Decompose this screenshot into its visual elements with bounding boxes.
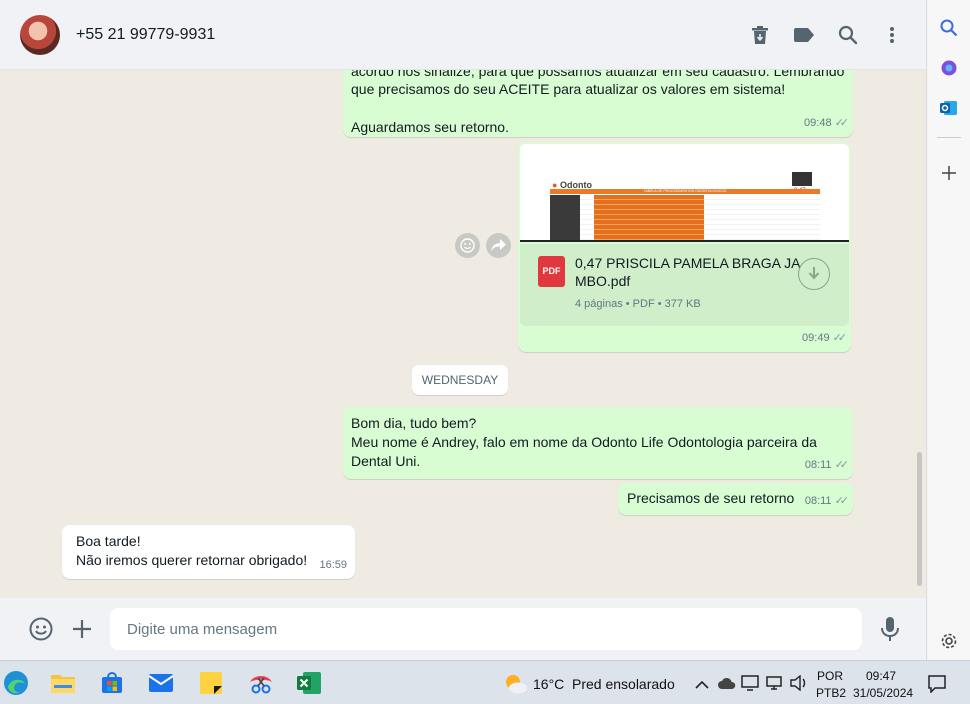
double-check-icon: ✓✓ [834,116,850,129]
display-icon[interactable] [741,675,759,691]
message-meta: 16:59 [319,556,347,576]
trash-icon[interactable] [749,24,771,46]
message-time: 08:11 [804,494,832,507]
network-icon[interactable] [766,675,784,691]
document-message[interactable]: ● Odonto 0,47 TABELA DE PROCEDIMENTOS OD… [518,142,851,352]
sidebar-divider [937,137,961,138]
preview-table-body [550,195,820,240]
attach-plus-icon[interactable] [72,619,92,639]
edge-browser-icon[interactable] [1,668,31,698]
outgoing-message[interactable]: acordo nos sinalize, para que possamos a… [343,70,853,137]
message-list[interactable]: acordo nos sinalize, para que possamos a… [0,70,926,598]
message-text: Precisamos de seu retorno [627,490,795,506]
chevron-up-icon[interactable] [695,677,709,689]
message-text-line: que precisamos do seu ACEITE para atuali… [351,81,786,97]
double-check-icon: ✓✓ [834,458,850,471]
outgoing-message[interactable]: Bom dia, tudo bem? Meu nome é Andrey, fa… [343,407,853,479]
copilot-icon[interactable] [938,57,960,79]
message-time: 08:11 [804,458,832,471]
contact-name[interactable]: +55 21 99779-9931 [76,26,215,44]
message-time: 09:48 [804,116,832,129]
volume-icon[interactable] [790,674,808,692]
message-text-line: Bom dia, tudo bem? [351,415,477,431]
outgoing-message[interactable]: Precisamos de seu retorno 08:11 ✓✓ [618,483,853,515]
file-type-label: PDF [542,265,561,276]
double-check-icon: ✓✓ [832,331,848,344]
day-separator: WEDNESDAY [412,365,508,395]
clock-time[interactable]: 09:47 [866,669,896,683]
menu-dots-icon[interactable] [881,24,903,46]
message-text-line: Não iremos querer retornar obrigado! [76,552,308,568]
message-meta: 08:11 ✓✓ [804,456,850,476]
message-meta: 08:11 ✓✓ [804,492,850,512]
message-time: 09:49 [802,331,830,344]
emoji-reaction-icon[interactable] [455,233,480,258]
download-icon[interactable] [798,258,830,290]
snipping-tool-icon[interactable] [246,668,276,698]
weather-temp[interactable]: 16°C [533,676,564,692]
add-icon[interactable] [938,162,960,184]
message-input[interactable] [110,608,862,650]
sticky-notes-icon[interactable] [196,668,226,698]
excel-icon[interactable] [294,668,324,698]
outlook-icon[interactable] [938,97,960,119]
input-language[interactable]: POR [817,669,843,683]
message-meta: 09:48 ✓✓ [804,114,850,134]
avatar[interactable] [20,14,60,55]
weather-sun-icon[interactable] [503,672,527,694]
notifications-icon[interactable] [928,675,946,694]
pdf-icon: PDF [538,256,565,287]
file-name-line: 0,47 PRISCILA PAMELA BRAGA JA [575,255,801,271]
weather-text[interactable]: Pred ensolarado [572,676,675,692]
message-scrollbar[interactable] [917,452,922,586]
clock-date[interactable]: 31/05/2024 [853,686,913,700]
keyboard-layout[interactable]: PTB2 [816,686,846,700]
file-name-line: MBO.pdf [575,273,631,289]
taskbar: 16°C Pred ensolarado POR PTB2 09:47 31/0… [0,660,970,704]
document-preview[interactable]: ● Odonto 0,47 TABELA DE PROCEDIMENTOS OD… [520,144,849,242]
composer [0,598,926,660]
search-icon[interactable] [938,17,960,39]
preview-table-title: TABELA DE PROCEDIMENTOS ODONTOLÓGICOS [643,189,727,193]
message-text-line: Aguardamos seu retorno. [351,119,509,135]
message-time: 16:59 [319,558,347,571]
label-icon[interactable] [793,24,815,46]
microphone-icon[interactable] [880,616,900,642]
mail-icon[interactable] [146,668,176,698]
emoji-icon[interactable] [29,617,53,641]
settings-gear-icon[interactable] [938,630,960,652]
document-info[interactable]: PDF 0,47 PRISCILA PAMELA BRAGA JA MBO.pd… [520,244,849,326]
message-meta: 09:49 ✓✓ [802,329,848,349]
message-text-line: Dental Uni. [351,453,421,469]
onedrive-cloud-icon[interactable] [718,676,736,690]
message-text-line: Meu nome é Andrey, falo em nome da Odont… [351,434,817,450]
microsoft-store-icon[interactable] [97,668,127,698]
file-explorer-icon[interactable] [48,668,78,698]
message-text-line: Boa tarde! [76,533,141,549]
chat-header: +55 21 99779-9931 [0,0,926,70]
whatsapp-window: +55 21 99779-9931 acordo nos sinalize, p… [0,0,927,660]
forward-icon[interactable] [486,233,511,258]
double-check-icon: ✓✓ [834,494,850,507]
header-actions [749,0,903,70]
search-icon[interactable] [837,24,859,46]
incoming-message[interactable]: Boa tarde! Não iremos querer retornar ob… [62,525,355,579]
browser-sidebar [928,0,970,660]
file-meta: 4 páginas • PDF • 377 KB [575,298,701,310]
